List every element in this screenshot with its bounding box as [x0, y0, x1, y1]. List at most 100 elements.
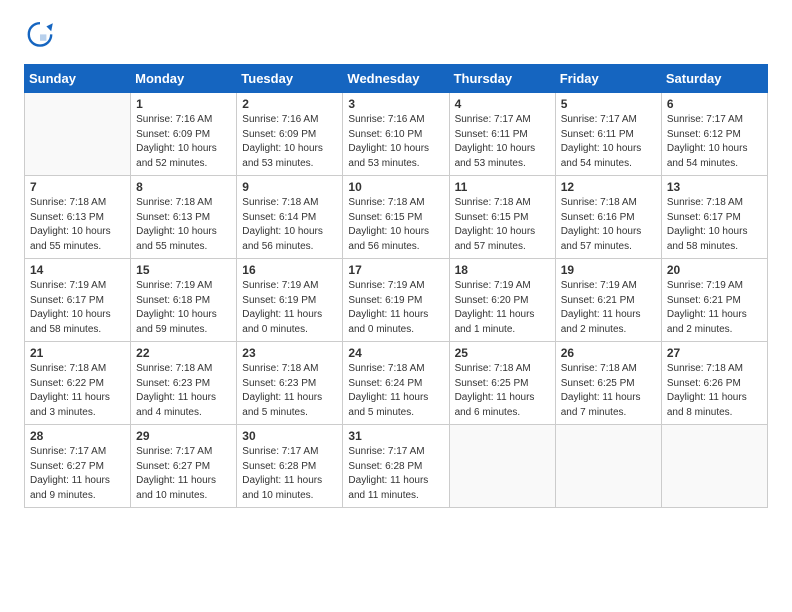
calendar-cell: 19Sunrise: 7:19 AMSunset: 6:21 PMDayligh…	[555, 259, 661, 342]
calendar-cell: 8Sunrise: 7:18 AMSunset: 6:13 PMDaylight…	[131, 176, 237, 259]
day-number: 28	[30, 429, 125, 443]
cell-info: Sunrise: 7:17 AMSunset: 6:12 PMDaylight:…	[667, 113, 762, 171]
day-number: 15	[136, 263, 231, 277]
calendar-cell: 12 Sunrise: 7:18 AMSunset: 6:16 PMDayligh…	[555, 176, 661, 259]
logo-icon	[24, 20, 56, 52]
week-row-4: 28 Sunrise: 7:17 AMSunset: 6:27 PMDayligh…	[25, 425, 768, 508]
cell-info: Sunrise: 7:17 AMSunset: 6:27 PMDaylight:…	[136, 445, 231, 503]
day-number: 12	[561, 180, 656, 194]
calendar-cell: 18 Sunrise: 7:19 AMSunset: 6:20 PMDayligh…	[449, 259, 555, 342]
calendar-cell: 13 Sunrise: 7:18 AMSunset: 6:17 PMDayligh…	[661, 176, 767, 259]
calendar-cell: 4Sunrise: 7:17 AMSunset: 6:11 PMDaylight…	[449, 93, 555, 176]
cell-info: Sunrise: 7:18 AMSunset: 6:17 PMDaylight:…	[667, 196, 762, 254]
cell-info: Sunrise: 7:18 AMSunset: 6:13 PMDaylight:…	[136, 196, 231, 254]
calendar-cell: 1 Sunrise: 7:16 AMSunset: 6:09 PMDaylight…	[131, 93, 237, 176]
day-number: 3	[348, 97, 443, 111]
calendar-cell: 24 Sunrise: 7:18 AMSunset: 6:24 PMDayligh…	[343, 342, 449, 425]
day-number: 14	[30, 263, 125, 277]
calendar-cell: 5 Sunrise: 7:17 AMSunset: 6:11 PMDaylight…	[555, 93, 661, 176]
calendar-cell: 30 Sunrise: 7:17 AMSunset: 6:28 PMDayligh…	[237, 425, 343, 508]
day-header-monday: Monday	[131, 65, 237, 93]
header-row: SundayMondayTuesdayWednesdayThursdayFrid…	[25, 65, 768, 93]
day-header-friday: Friday	[555, 65, 661, 93]
cell-info: Sunrise: 7:18 AMSunset: 6:15 PMDaylight:…	[455, 196, 550, 254]
calendar-cell: 21 Sunrise: 7:18 AMSunset: 6:22 PMDayligh…	[25, 342, 131, 425]
week-row-1: 7 Sunrise: 7:18 AMSunset: 6:13 PMDaylight…	[25, 176, 768, 259]
week-row-0: 1 Sunrise: 7:16 AMSunset: 6:09 PMDaylight…	[25, 93, 768, 176]
day-number: 10	[348, 180, 443, 194]
calendar-cell: 3 Sunrise: 7:16 AMSunset: 6:10 PMDaylight…	[343, 93, 449, 176]
calendar-cell: 16Sunrise: 7:19 AMSunset: 6:19 PMDayligh…	[237, 259, 343, 342]
calendar-cell: 11 Sunrise: 7:18 AMSunset: 6:15 PMDayligh…	[449, 176, 555, 259]
week-row-2: 14 Sunrise: 7:19 AMSunset: 6:17 PMDayligh…	[25, 259, 768, 342]
cell-info: Sunrise: 7:19 AMSunset: 6:20 PMDaylight:…	[455, 279, 550, 337]
page: SundayMondayTuesdayWednesdayThursdayFrid…	[0, 0, 792, 524]
day-number: 27	[667, 346, 762, 360]
cell-info: Sunrise: 7:17 AMSunset: 6:11 PMDaylight:…	[561, 113, 656, 171]
day-number: 25	[455, 346, 550, 360]
day-number: 18	[455, 263, 550, 277]
cell-info: Sunrise: 7:17 AMSunset: 6:27 PMDaylight:…	[30, 445, 125, 503]
cell-info: Sunrise: 7:16 AMSunset: 6:09 PMDaylight:…	[242, 113, 337, 171]
calendar-cell: 20Sunrise: 7:19 AMSunset: 6:21 PMDayligh…	[661, 259, 767, 342]
calendar-cell	[555, 425, 661, 508]
cell-info: Sunrise: 7:18 AMSunset: 6:25 PMDaylight:…	[561, 362, 656, 420]
calendar-cell: 15 Sunrise: 7:19 AMSunset: 6:18 PMDayligh…	[131, 259, 237, 342]
cell-info: Sunrise: 7:18 AMSunset: 6:24 PMDaylight:…	[348, 362, 443, 420]
cell-info: Sunrise: 7:18 AMSunset: 6:23 PMDaylight:…	[242, 362, 337, 420]
day-number: 11	[455, 180, 550, 194]
header	[24, 20, 768, 52]
cell-info: Sunrise: 7:16 AMSunset: 6:10 PMDaylight:…	[348, 113, 443, 171]
cell-info: Sunrise: 7:17 AMSunset: 6:28 PMDaylight:…	[348, 445, 443, 503]
calendar-cell: 27 Sunrise: 7:18 AMSunset: 6:26 PMDayligh…	[661, 342, 767, 425]
calendar-cell	[449, 425, 555, 508]
calendar-cell: 28 Sunrise: 7:17 AMSunset: 6:27 PMDayligh…	[25, 425, 131, 508]
logo	[24, 20, 60, 52]
cell-info: Sunrise: 7:18 AMSunset: 6:26 PMDaylight:…	[667, 362, 762, 420]
calendar-cell	[661, 425, 767, 508]
day-number: 23	[242, 346, 337, 360]
calendar-cell: 31Sunrise: 7:17 AMSunset: 6:28 PMDayligh…	[343, 425, 449, 508]
cell-info: Sunrise: 7:18 AMSunset: 6:14 PMDaylight:…	[242, 196, 337, 254]
calendar-cell: 17Sunrise: 7:19 AMSunset: 6:19 PMDayligh…	[343, 259, 449, 342]
day-number: 24	[348, 346, 443, 360]
cell-info: Sunrise: 7:19 AMSunset: 6:18 PMDaylight:…	[136, 279, 231, 337]
day-number: 1	[136, 97, 231, 111]
calendar-cell: 25 Sunrise: 7:18 AMSunset: 6:25 PMDayligh…	[449, 342, 555, 425]
calendar-cell: 10 Sunrise: 7:18 AMSunset: 6:15 PMDayligh…	[343, 176, 449, 259]
day-number: 19	[561, 263, 656, 277]
cell-info: Sunrise: 7:19 AMSunset: 6:21 PMDaylight:…	[667, 279, 762, 337]
cell-info: Sunrise: 7:18 AMSunset: 6:15 PMDaylight:…	[348, 196, 443, 254]
calendar-cell: 6 Sunrise: 7:17 AMSunset: 6:12 PMDaylight…	[661, 93, 767, 176]
cell-info: Sunrise: 7:18 AMSunset: 6:25 PMDaylight:…	[455, 362, 550, 420]
calendar-cell: 2 Sunrise: 7:16 AMSunset: 6:09 PMDaylight…	[237, 93, 343, 176]
calendar-cell	[25, 93, 131, 176]
day-number: 30	[242, 429, 337, 443]
calendar-cell: 26 Sunrise: 7:18 AMSunset: 6:25 PMDayligh…	[555, 342, 661, 425]
day-header-tuesday: Tuesday	[237, 65, 343, 93]
day-header-wednesday: Wednesday	[343, 65, 449, 93]
cell-info: Sunrise: 7:18 AMSunset: 6:23 PMDaylight:…	[136, 362, 231, 420]
calendar-cell: 14 Sunrise: 7:19 AMSunset: 6:17 PMDayligh…	[25, 259, 131, 342]
day-number: 29	[136, 429, 231, 443]
day-number: 5	[561, 97, 656, 111]
cell-info: Sunrise: 7:19 AMSunset: 6:17 PMDaylight:…	[30, 279, 125, 337]
cell-info: Sunrise: 7:16 AMSunset: 6:09 PMDaylight:…	[136, 113, 231, 171]
calendar-cell: 29 Sunrise: 7:17 AMSunset: 6:27 PMDayligh…	[131, 425, 237, 508]
day-number: 2	[242, 97, 337, 111]
day-number: 7	[30, 180, 125, 194]
day-number: 26	[561, 346, 656, 360]
day-header-saturday: Saturday	[661, 65, 767, 93]
day-number: 6	[667, 97, 762, 111]
day-number: 9	[242, 180, 337, 194]
cell-info: Sunrise: 7:18 AMSunset: 6:22 PMDaylight:…	[30, 362, 125, 420]
calendar-cell: 9 Sunrise: 7:18 AMSunset: 6:14 PMDaylight…	[237, 176, 343, 259]
day-number: 13	[667, 180, 762, 194]
week-row-3: 21 Sunrise: 7:18 AMSunset: 6:22 PMDayligh…	[25, 342, 768, 425]
cell-info: Sunrise: 7:17 AMSunset: 6:28 PMDaylight:…	[242, 445, 337, 503]
day-number: 4	[455, 97, 550, 111]
calendar-table: SundayMondayTuesdayWednesdayThursdayFrid…	[24, 64, 768, 508]
cell-info: Sunrise: 7:18 AMSunset: 6:16 PMDaylight:…	[561, 196, 656, 254]
day-header-thursday: Thursday	[449, 65, 555, 93]
day-number: 21	[30, 346, 125, 360]
